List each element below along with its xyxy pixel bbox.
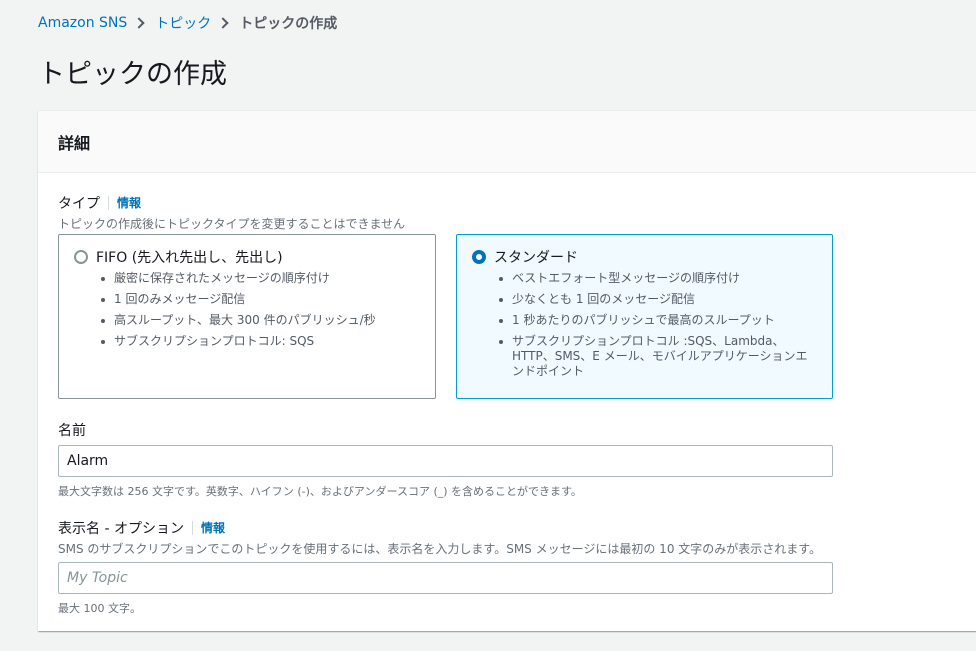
type-info-link[interactable]: 情報 (108, 196, 141, 210)
display-name-info-link[interactable]: 情報 (191, 521, 225, 535)
list-item: 1 回のみメッセージ配信 (100, 292, 420, 307)
chevron-right-icon (133, 17, 145, 29)
name-hint: 最大文字数は 256 文字です。英数字、ハイフン (-)、およびアンダースコア … (58, 485, 582, 498)
tile-fifo-title: FIFO (先入れ先出し、先出し) (96, 250, 283, 266)
display-name-label: 表示名 - オプション (58, 521, 184, 537)
tile-standard[interactable]: スタンダード ベストエフォート型メッセージの順序付け 少なくとも 1 回のメッセ… (456, 234, 833, 399)
chevron-right-icon (217, 17, 229, 29)
breadcrumb: Amazon SNS トピック トピックの作成 (38, 13, 337, 33)
tile-standard-features: ベストエフォート型メッセージの順序付け 少なくとも 1 回のメッセージ配信 1 … (472, 271, 817, 379)
details-panel: 詳細 タイプ 情報 トピックの作成後にトピックタイプを変更することはできません … (38, 110, 976, 631)
tile-fifo-features: 厳密に保存されたメッセージの順序付け 1 回のみメッセージ配信 高スループット、… (74, 271, 420, 349)
radio-fifo[interactable] (74, 250, 88, 264)
display-name-hint: 最大 100 文字。 (58, 602, 141, 615)
list-item: 高スループット、最大 300 件のパブリッシュ/秒 (100, 313, 420, 328)
display-name-field: 表示名 - オプション 情報 SMS のサブスクリプションでこのトピックを使用す… (58, 518, 833, 616)
name-input[interactable] (58, 445, 833, 477)
list-item: 少なくとも 1 回のメッセージ配信 (498, 292, 817, 307)
list-item: 1 秒あたりのパブリッシュで最高のスループット (498, 313, 817, 328)
name-field: 名前 最大文字数は 256 文字です。英数字、ハイフン (-)、およびアンダース… (58, 420, 833, 499)
list-item: 厳密に保存されたメッセージの順序付け (100, 271, 420, 286)
list-item: サブスクリプションプロトコル :SQS、Lambda、HTTP、SMS、E メー… (498, 334, 817, 379)
display-name-input[interactable] (58, 562, 833, 594)
radio-standard[interactable] (472, 250, 486, 264)
breadcrumb-link-topics[interactable]: トピック (155, 13, 211, 33)
tile-fifo[interactable]: FIFO (先入れ先出し、先出し) 厳密に保存されたメッセージの順序付け 1 回… (58, 234, 436, 399)
page-title: トピックの作成 (38, 59, 227, 90)
name-label: 名前 (58, 423, 86, 439)
type-tiles: FIFO (先入れ先出し、先出し) 厳密に保存されたメッセージの順序付け 1 回… (58, 234, 853, 399)
display-name-description: SMS のサブスクリプションでこのトピックを使用するには、表示名を入力します。S… (58, 542, 822, 556)
panel-header: 詳細 (38, 111, 976, 173)
type-description: トピックの作成後にトピックタイプを変更することはできません (58, 217, 406, 231)
type-field: タイプ 情報 トピックの作成後にトピックタイプを変更することはできません (58, 193, 405, 232)
type-label: タイプ (58, 196, 100, 212)
list-item: サブスクリプションプロトコル: SQS (100, 334, 420, 349)
tile-standard-title: スタンダード (494, 250, 578, 266)
breadcrumb-link-amazon-sns[interactable]: Amazon SNS (38, 15, 127, 31)
list-item: ベストエフォート型メッセージの順序付け (498, 271, 817, 286)
panel-title: 詳細 (58, 134, 91, 153)
breadcrumb-current: トピックの作成 (239, 16, 338, 32)
